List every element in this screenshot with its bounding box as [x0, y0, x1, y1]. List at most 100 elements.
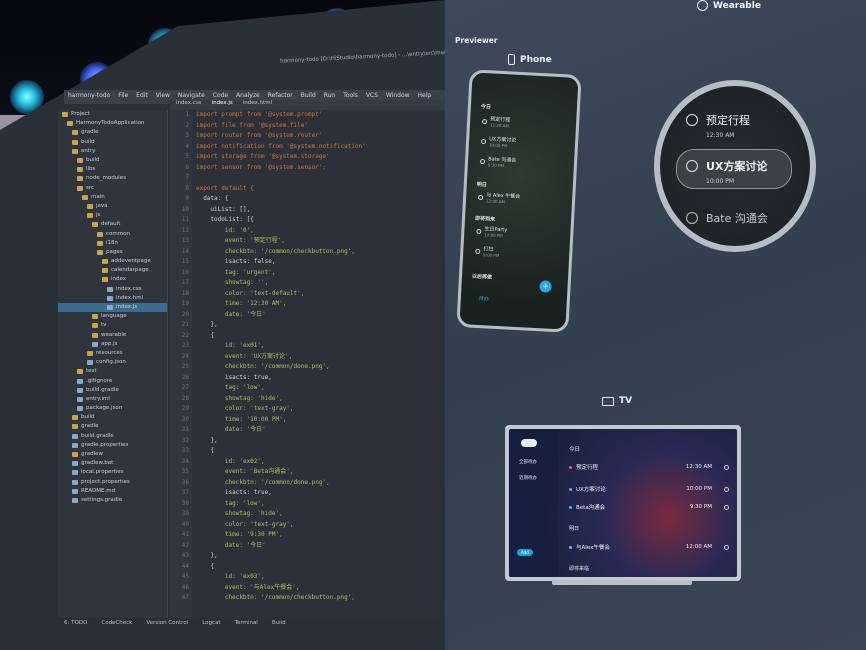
tree-item[interactable]: i18n — [58, 239, 167, 248]
tree-item[interactable]: build.gradle — [58, 386, 167, 395]
status-terminal[interactable]: Terminal — [235, 620, 258, 628]
menu-code[interactable]: Code — [213, 92, 228, 99]
tree-item[interactable]: build — [58, 138, 167, 147]
status-vcs[interactable]: Version Control — [146, 620, 188, 628]
tree-item[interactable]: pages — [58, 248, 167, 257]
checkbox-icon[interactable] — [686, 212, 698, 224]
menu-refactor[interactable]: Refactor — [268, 92, 293, 99]
code-editor[interactable]: 1 2 3 4 5 6 7 8 9 10 11 12 13 14 15 16 17 18 19 20 21 22 23 24 2… — [170, 110, 445, 630]
tree-item[interactable]: project.properties — [58, 478, 167, 487]
tree-item[interactable]: addeventpage — [58, 257, 167, 266]
phone-item[interactable]: UX方案讨论 10:00 PM — [480, 135, 517, 149]
tree-item[interactable]: index.js — [58, 302, 167, 313]
tree-item[interactable]: main — [58, 193, 167, 202]
tree-item[interactable]: node_modules — [58, 174, 167, 183]
tree-item[interactable]: language — [58, 312, 167, 321]
tree-item[interactable]: resources — [58, 349, 167, 358]
menu-view[interactable]: View — [156, 92, 170, 99]
tree-item[interactable]: java — [58, 202, 167, 211]
menu-help[interactable]: Help — [417, 92, 431, 99]
tree-item[interactable]: build — [58, 413, 167, 422]
phone-item[interactable]: 预定行程 12:30 AM — [482, 115, 511, 128]
tv-add-button[interactable]: Add — [517, 549, 533, 556]
tree-item[interactable]: libs — [58, 165, 167, 174]
tree-item[interactable]: HarmonyTodoApplication — [58, 119, 167, 128]
tree-item[interactable]: build — [58, 156, 167, 165]
tab-index-css[interactable]: index.css — [176, 100, 202, 110]
bottom-tab-todo[interactable]: 待办 — [479, 295, 489, 303]
checkbox-icon[interactable] — [724, 486, 729, 492]
tree-item[interactable]: build.gradle — [58, 432, 167, 441]
checkbox-icon[interactable] — [478, 194, 484, 200]
tree-item[interactable]: Project — [58, 110, 167, 119]
tree-item[interactable]: test — [58, 367, 167, 376]
tv-row[interactable]: 预定行程 12:30 AM — [569, 463, 729, 471]
checkbox-icon[interactable] — [476, 228, 482, 234]
phone-item[interactable]: 与 Alex 午餐会 12:00 AM — [478, 191, 521, 205]
tv-side-item[interactable]: 全部待办 — [519, 459, 537, 465]
tv-row[interactable]: Beta沟通会 9:30 PM — [569, 503, 729, 511]
status-build[interactable]: Build — [272, 620, 286, 628]
tree-item[interactable]: js — [58, 211, 167, 220]
tree-item[interactable]: gradlew — [58, 450, 167, 459]
tree-item[interactable]: gradle.properties — [58, 441, 167, 450]
checkbox-icon[interactable] — [724, 464, 729, 470]
menu-build[interactable]: Build — [301, 92, 316, 99]
tree-item[interactable]: index.hml — [58, 294, 167, 303]
menu-edit[interactable]: Edit — [136, 92, 148, 99]
checkbox-icon[interactable] — [686, 114, 698, 126]
status-codecheck[interactable]: CodeCheck — [101, 620, 132, 628]
watch-item[interactable]: 预定行程 — [686, 112, 750, 128]
toggle-icon[interactable] — [521, 439, 537, 447]
menu-vcs[interactable]: VCS — [366, 92, 378, 99]
checkbox-icon[interactable] — [482, 118, 488, 124]
tree-item[interactable]: wearable — [58, 331, 167, 340]
tv-row[interactable]: 与Alex午餐会 12:00 AM — [569, 543, 729, 551]
tree-item[interactable]: entry — [58, 147, 167, 156]
phone-item[interactable]: 打扫 9:00 PM — [475, 245, 500, 258]
tree-item[interactable]: index.css — [58, 285, 167, 294]
tree-item[interactable]: gradlew.bat — [58, 459, 167, 468]
tv-row[interactable]: UX方案讨论 10:00 PM — [569, 485, 729, 493]
phone-item[interactable]: Bate 沟通会 9:30 PM — [479, 155, 517, 169]
checkbox-icon[interactable] — [686, 160, 698, 172]
tree-item[interactable]: .gitignore — [58, 376, 167, 385]
checkbox-icon[interactable] — [475, 248, 481, 254]
menu-run[interactable]: Run — [324, 92, 336, 99]
checkbox-icon[interactable] — [480, 138, 487, 144]
add-icon[interactable]: + — [539, 280, 552, 293]
checkbox-icon[interactable] — [724, 544, 729, 550]
watch-item[interactable]: UX方案讨论 — [686, 158, 767, 174]
tree-item[interactable]: tv — [58, 321, 167, 330]
menu-tools[interactable]: Tools — [343, 92, 358, 99]
menu-window[interactable]: Window — [386, 92, 410, 99]
tree-item[interactable]: calendarpage — [58, 266, 167, 275]
tree-item[interactable]: entry.iml — [58, 395, 167, 404]
tree-item[interactable]: gradle — [58, 128, 167, 137]
tree-item[interactable]: index — [58, 275, 167, 284]
tv-side-item[interactable]: 近期待办 — [519, 475, 537, 481]
tree-item[interactable]: gradle — [58, 422, 167, 431]
tree-item[interactable]: package.json — [58, 404, 167, 413]
tab-index-js[interactable]: index.js — [212, 100, 233, 110]
tree-item[interactable]: settings.gradle — [58, 496, 167, 505]
status-logcat[interactable]: Logcat — [202, 620, 220, 628]
tree-item[interactable]: local.properties — [58, 468, 167, 477]
tree-item[interactable]: config.json — [58, 358, 167, 367]
tab-index-html[interactable]: index.html — [243, 100, 272, 110]
checkbox-icon[interactable] — [479, 158, 486, 164]
tree-item[interactable]: app.js — [58, 340, 167, 349]
phone-item[interactable]: 生日Party 10:00 PM — [476, 225, 507, 239]
tree-item[interactable]: src — [58, 184, 167, 193]
watch-item[interactable]: Bate 沟通会 — [686, 210, 768, 226]
menu-analyze[interactable]: Analyze — [236, 92, 260, 99]
tree-item[interactable]: default — [58, 220, 167, 229]
menu-navigate[interactable]: Navigate — [178, 92, 205, 99]
project-label[interactable]: harmony-todo — [68, 92, 110, 99]
tree-item[interactable]: README.md — [58, 487, 167, 496]
code-area[interactable]: import prompt from '@system.prompt' impor… — [196, 110, 445, 604]
tree-item[interactable]: common — [58, 229, 167, 238]
menu-file[interactable]: File — [118, 92, 128, 99]
status-todo[interactable]: 6: TODO — [64, 620, 87, 628]
checkbox-icon[interactable] — [724, 504, 729, 510]
